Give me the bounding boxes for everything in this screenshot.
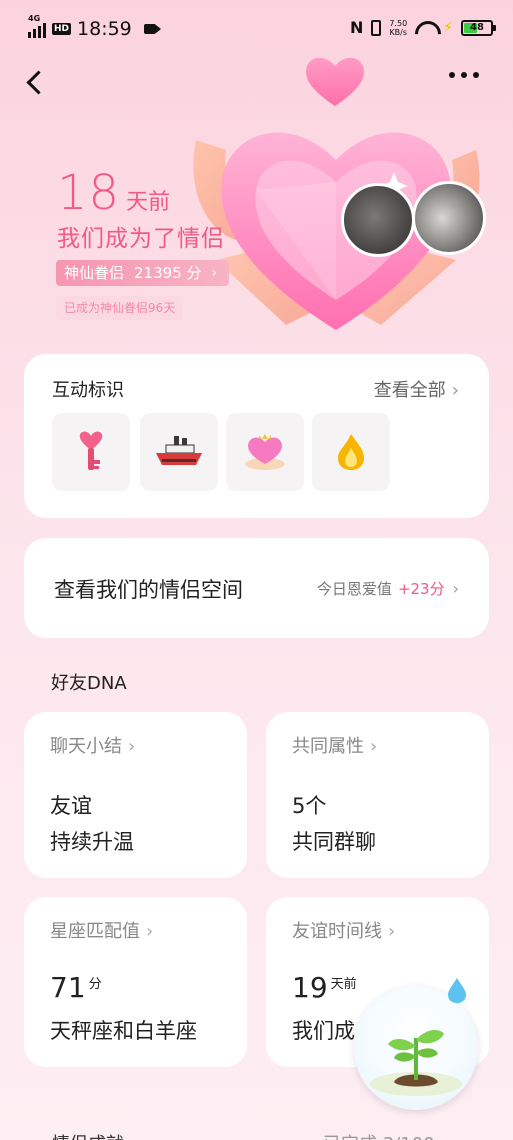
zodiac-match-value: 71 分 <box>50 971 102 1004</box>
status-bar: 4G HD 18:59 N 7.50 KB/s ⚡ 48 <box>0 0 513 50</box>
screen: 4G HD 18:59 N 7.50 KB/s ⚡ 48 18 天前 我们成为了… <box>0 0 513 1140</box>
common-attributes-header: 共同属性 › <box>292 736 378 757</box>
couple-space-title: 查看我们的情侣空间 <box>54 578 243 602</box>
days-count: 18 天前 <box>57 165 171 221</box>
common-attributes-line1: 5个 <box>292 794 327 818</box>
sprout-icon <box>370 1030 462 1096</box>
chevron-right-icon: › <box>388 921 396 942</box>
chevron-right-icon: › <box>452 579 459 598</box>
friend-avatar[interactable] <box>412 181 486 255</box>
clock: 18:59 <box>77 18 132 40</box>
water-drop-icon[interactable] <box>446 976 468 1004</box>
level-days-tag: 已成为神仙眷侣96天 <box>56 296 184 320</box>
badges-title: 互动标识 <box>52 380 124 401</box>
signal-icon: 4G <box>28 14 46 38</box>
chat-summary-line2: 持续升温 <box>50 830 134 854</box>
avatar[interactable] <box>341 183 415 257</box>
back-button[interactable] <box>24 68 48 98</box>
friend-dna-title: 好友DNA <box>51 673 127 694</box>
more-button[interactable] <box>449 72 479 78</box>
ship-icon[interactable] <box>140 413 218 491</box>
level-score: 21395 分 <box>134 264 202 282</box>
camera-icon <box>143 24 161 34</box>
level-badge[interactable]: 神仙眷侣 21395 分 › <box>56 260 230 286</box>
chevron-right-icon: › <box>451 380 459 401</box>
battery-icon: 48 <box>461 19 496 36</box>
friendship-timeline-value: 19 天前 <box>292 971 357 1004</box>
zodiac-match-header: 星座匹配值 › <box>50 921 154 942</box>
zodiac-match-signs: 天秤座和白羊座 <box>50 1019 197 1043</box>
chevron-right-icon: › <box>128 736 136 757</box>
chat-summary-line1: 友谊 <box>50 794 92 818</box>
nfc-icon: N <box>349 18 364 37</box>
crown-heart-icon[interactable] <box>226 413 304 491</box>
couple-space-card[interactable]: 查看我们的情侣空间 今日恩爱值 +23分 › <box>24 538 489 638</box>
hd-icon: HD <box>52 23 72 35</box>
chevron-right-icon: › <box>370 736 378 757</box>
status-right: N 7.50 KB/s ⚡ 48 <box>349 18 496 37</box>
chevron-right-icon: › <box>211 265 218 281</box>
network-speed: 7.50 KB/s <box>389 18 408 37</box>
chevron-right-icon: › <box>146 921 154 942</box>
friendship-timeline-header: 友谊时间线 › <box>292 921 396 942</box>
zodiac-match-card[interactable]: 星座匹配值 › 71 分 天秤座和白羊座 <box>24 897 247 1067</box>
common-attributes-line2: 共同群聊 <box>292 830 376 854</box>
couple-achievements-title: 情侣成就 <box>52 1130 124 1140</box>
relationship-text: 我们成为了情侣 <box>57 226 225 252</box>
vibrate-icon <box>371 19 382 36</box>
see-all-link[interactable]: 查看全部 › <box>374 376 459 402</box>
status-left: 4G HD 18:59 <box>28 14 161 40</box>
plant-widget[interactable] <box>354 986 478 1110</box>
flame-icon[interactable] <box>312 413 390 491</box>
common-attributes-card[interactable]: 共同属性 › 5个 共同群聊 <box>266 712 489 878</box>
wifi-icon <box>415 21 435 35</box>
chat-summary-header: 聊天小结 › <box>50 736 136 757</box>
charging-icon: ⚡ <box>443 19 453 36</box>
friendship-timeline-text: 我们成 <box>292 1019 355 1043</box>
chat-summary-card[interactable]: 聊天小结 › 友谊 持续升温 <box>24 712 247 878</box>
key-heart-icon[interactable] <box>52 413 130 491</box>
badges-card: 互动标识 查看全部 › <box>24 354 489 518</box>
achievements-progress: 已完成 3/100 <box>323 1130 435 1140</box>
today-love-value: 今日恩爱值 +23分 › <box>316 579 459 598</box>
level-name: 神仙眷侣 <box>64 264 125 282</box>
